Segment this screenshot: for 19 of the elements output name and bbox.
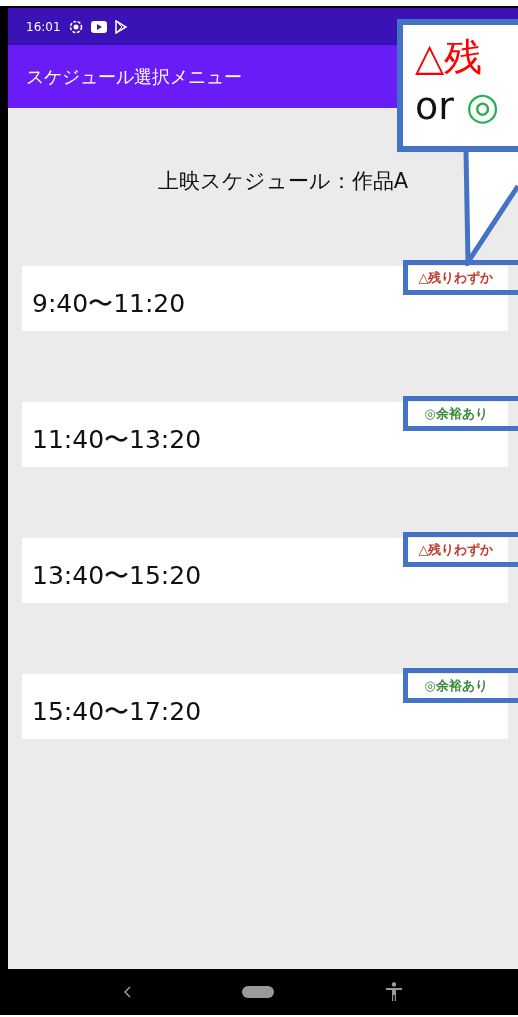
home-icon[interactable] (242, 986, 274, 998)
accessibility-icon[interactable] (384, 982, 403, 1002)
video-icon (90, 20, 107, 33)
showtime: 11:40〜13:20 (32, 424, 202, 457)
page-heading: 上映スケジュール：作品A (156, 168, 410, 195)
callout-text: or (415, 84, 454, 129)
back-icon[interactable] (123, 986, 132, 998)
app-bar-title: スケジュール選択メニュー (26, 65, 242, 89)
schedule-card[interactable]: 11:40〜13:20 ◎余裕あり (22, 401, 508, 467)
schedule-card[interactable]: 15:40〜17:20 ◎余裕あり (22, 673, 508, 739)
schedule-card[interactable]: 13:40〜15:20 △残りわずか (22, 537, 508, 603)
status-time: 16:01 (26, 18, 61, 36)
showtime: 13:40〜15:20 (32, 560, 202, 593)
callout-text: △残 (415, 35, 483, 79)
play-store-icon (114, 19, 127, 34)
showtime: 9:40〜11:20 (32, 288, 186, 321)
callout-text: ◎ (465, 84, 500, 129)
record-icon (68, 19, 83, 34)
showtime: 15:40〜17:20 (32, 696, 202, 729)
